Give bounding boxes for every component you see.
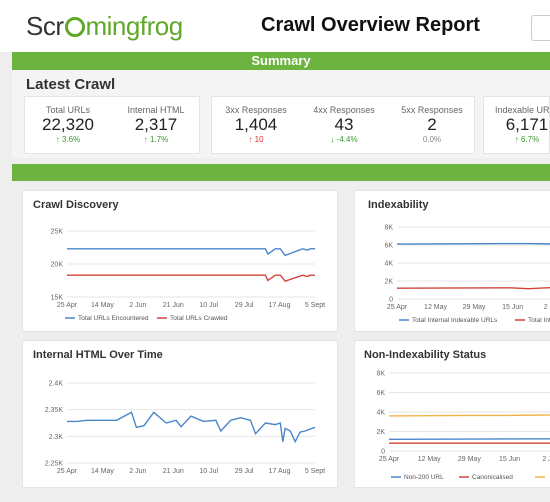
series-line [388, 438, 550, 441]
x-tick-label: 15 Jun [502, 304, 523, 311]
x-tick-label: 12 May [418, 456, 441, 463]
kpi-4xx: 4xx Responses 43 ↓ -4.4% [313, 105, 375, 144]
x-tick-label: 10 Jul [199, 468, 218, 475]
section-divider-band [12, 164, 550, 181]
kpi-indexable-urls: Indexable URLs 6,171 ↑ 6.7% [494, 105, 550, 144]
kpi-internal-html: Internal HTML 2,317 ↑ 1.7% [127, 105, 185, 144]
y-tick-label: 4K [376, 410, 385, 417]
kpi-total-urls: Total URLs 22,320 ↑ 3.6% [42, 105, 94, 144]
x-tick-label: 14 May [91, 302, 114, 309]
y-tick-label: 8K [376, 371, 385, 378]
crawl-discovery-chart: 25K 20K 15K25 Apr 14 May 2 Jun 21 Jun 10 Jul 29… [51, 229, 326, 323]
x-tick-label: 29 May [463, 304, 486, 311]
x-tick-label: 2 Jul [542, 456, 550, 463]
latest-crawl-title: Latest Crawl [26, 76, 116, 93]
x-tick-label: 21 Jun [163, 468, 184, 475]
date-range-control[interactable] [531, 15, 550, 41]
frog-ring-icon [64, 17, 85, 37]
indexability-chart: 8K 6K 4K 2K 025 Apr 12 May 29 May 15 Jun 2 Jul To… [384, 225, 550, 324]
report-header: Scr mingfrog Crawl Overview Report [0, 0, 550, 52]
y-tick-label: 2K [376, 429, 385, 436]
series-line [67, 274, 315, 283]
y-tick-label: 2K [384, 279, 393, 286]
y-tick-label: 2.25K [45, 461, 64, 468]
legend-label: Total Internal Non-Indexable URLs [528, 317, 550, 324]
x-tick-label: 29 May [458, 456, 481, 463]
crawl-discovery-card: Crawl Discovery 25K 20K 15K 25 Apr 14 May 2 J… [22, 190, 338, 332]
y-tick-label: 15K [51, 295, 64, 302]
y-tick-label: 0 [381, 449, 385, 456]
legend-label: Total Internal Indexable URLs [412, 317, 498, 324]
y-tick-label: 6K [384, 243, 393, 250]
x-tick-label: 21 Jun [163, 302, 184, 309]
x-tick-label: 25 Apr [57, 468, 78, 475]
x-tick-label: 25 Apr [387, 304, 408, 311]
kpi-5xx: 5xx Responses 2 0.0% [401, 105, 463, 144]
x-tick-label: 29 Jul [235, 468, 254, 475]
y-tick-label: 2.3K [49, 434, 64, 441]
y-tick-label: 8K [384, 225, 393, 232]
x-tick-label: 25 Apr [379, 456, 400, 463]
y-tick-label: 2.4K [49, 381, 64, 388]
legend-label: Total URLs Crawled [170, 315, 228, 322]
kpi-card-responses: 3xx Responses 1,404 ↑ 10 4xx Responses 4… [211, 96, 475, 154]
y-tick-label: 2.35K [45, 407, 64, 414]
legend-label: Total URLs Encountered [78, 315, 149, 322]
non-indexability-chart: 8K 6K 4K 2K 025 Apr 12 May 29 May 15 Jun 2 Jul No… [376, 371, 550, 481]
x-tick-label: 2 Jun [129, 302, 146, 309]
x-tick-label: 12 May [424, 304, 447, 311]
legend-label: Non-200 URL [404, 474, 444, 481]
kpi-3xx: 3xx Responses 1,404 ↑ 10 [225, 105, 287, 144]
series-line [67, 411, 316, 444]
summary-section-header: Summary [12, 52, 550, 70]
kpi-card-urls: Total URLs 22,320 ↑ 3.6% Internal HTML 2… [24, 96, 200, 154]
series-line [388, 414, 550, 417]
x-tick-label: 5 Sept [305, 468, 325, 475]
x-tick-label: 15 Jun [499, 456, 520, 463]
x-tick-label: 2 Jun [129, 468, 146, 475]
y-tick-label: 0 [389, 297, 393, 304]
x-tick-label: 10 Jul [199, 302, 218, 309]
x-tick-label: 5 Sept [305, 302, 325, 309]
screaming-frog-logo: Scr mingfrog [26, 11, 183, 41]
series-line [67, 248, 316, 257]
kpi-card-indexable: Indexable URLs 6,171 ↑ 6.7% [483, 96, 550, 154]
legend-label: Canonicalised [472, 474, 513, 481]
x-tick-label: 17 Aug [269, 302, 291, 309]
non-indexability-card: Non-Indexability Status 8K 6K 4K 2K 0 25 Apr 1… [354, 340, 550, 488]
y-tick-label: 4K [384, 261, 393, 268]
indexability-card: Indexability 8K 6K 4K 2K 0 25 Apr 12 May 29 May… [354, 190, 550, 332]
series-line [396, 286, 550, 290]
x-tick-label: 14 May [91, 468, 114, 475]
internal-html-chart: 2.4K 2.35K 2.3K 2.25K25 Apr 14 May 2 Jun 21 Ju… [45, 381, 325, 476]
y-tick-label: 20K [51, 262, 64, 269]
x-tick-label: 25 Apr [57, 302, 78, 309]
x-tick-label: 2 Jul [544, 304, 550, 311]
internal-html-card: Internal HTML Over Time 2.4K 2.35K 2.3K 2.2… [22, 340, 338, 488]
x-tick-label: 29 Jul [235, 302, 254, 309]
y-tick-label: 6K [376, 390, 385, 397]
y-tick-label: 25K [51, 229, 64, 236]
report-title: Crawl Overview Report [261, 14, 480, 36]
x-tick-label: 17 Aug [269, 468, 291, 475]
